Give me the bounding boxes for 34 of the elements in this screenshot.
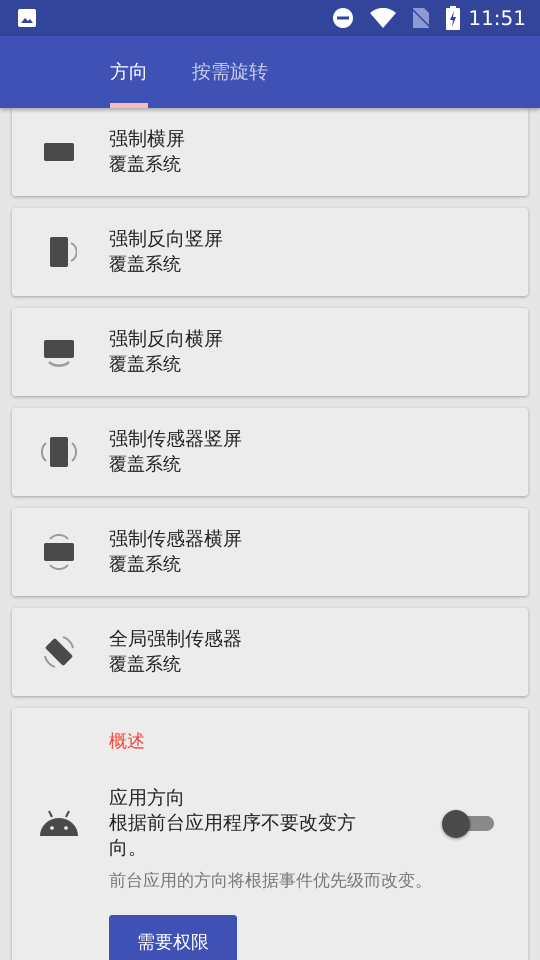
mode-subtitle: 覆盖系统 <box>109 453 182 477</box>
portrait-rotate-icon <box>40 434 76 470</box>
do-not-disturb-icon <box>332 7 354 29</box>
mode-subtitle: 覆盖系统 <box>109 153 182 177</box>
mode-title: 强制传感器横屏 <box>109 527 242 552</box>
tab[interactable]: 方向 <box>106 36 152 108</box>
setting-description: 根据前台应用程序不要改变方向。 <box>109 811 357 861</box>
mode-card[interactable]: 强制反向竖屏 覆盖系统 <box>12 208 528 296</box>
setting-title: 应用方向 <box>109 786 186 811</box>
no-sim-icon <box>412 7 430 29</box>
mode-card[interactable]: 强制反向横屏 覆盖系统 <box>12 308 528 396</box>
mode-subtitle: 覆盖系统 <box>109 653 182 677</box>
mode-subtitle: 覆盖系统 <box>109 353 182 377</box>
battery-charging-icon <box>446 6 460 30</box>
mode-subtitle: 覆盖系统 <box>109 553 182 577</box>
mode-card[interactable]: 强制传感器横屏 覆盖系统 <box>12 508 528 596</box>
wifi-icon <box>370 8 396 28</box>
mode-title: 强制传感器竖屏 <box>109 427 242 452</box>
note-text: 前台应用的方向将根据事件优先级而改变。 <box>109 870 433 893</box>
section-header: 概述 <box>109 730 146 754</box>
permission-button[interactable]: 需要权限 <box>109 914 237 960</box>
mode-card[interactable]: 强制传感器竖屏 覆盖系统 <box>12 408 528 496</box>
mode-title: 全局强制传感器 <box>109 627 242 652</box>
mode-title: 强制反向竖屏 <box>109 227 223 252</box>
mode-card[interactable]: 全局强制传感器 覆盖系统 <box>12 608 528 696</box>
android-icon <box>38 810 78 836</box>
mode-subtitle: 覆盖系统 <box>109 253 182 277</box>
mode-title: 强制反向横屏 <box>109 327 223 352</box>
mode-title: 强制横屏 <box>109 127 185 152</box>
clock-time: 11:51 <box>468 5 526 32</box>
tab[interactable]: 按需旋转 <box>188 36 272 108</box>
toggle-switch[interactable] <box>442 810 494 836</box>
mode-card[interactable]: 强制横屏 覆盖系统 <box>12 108 528 196</box>
image-icon <box>18 9 36 27</box>
